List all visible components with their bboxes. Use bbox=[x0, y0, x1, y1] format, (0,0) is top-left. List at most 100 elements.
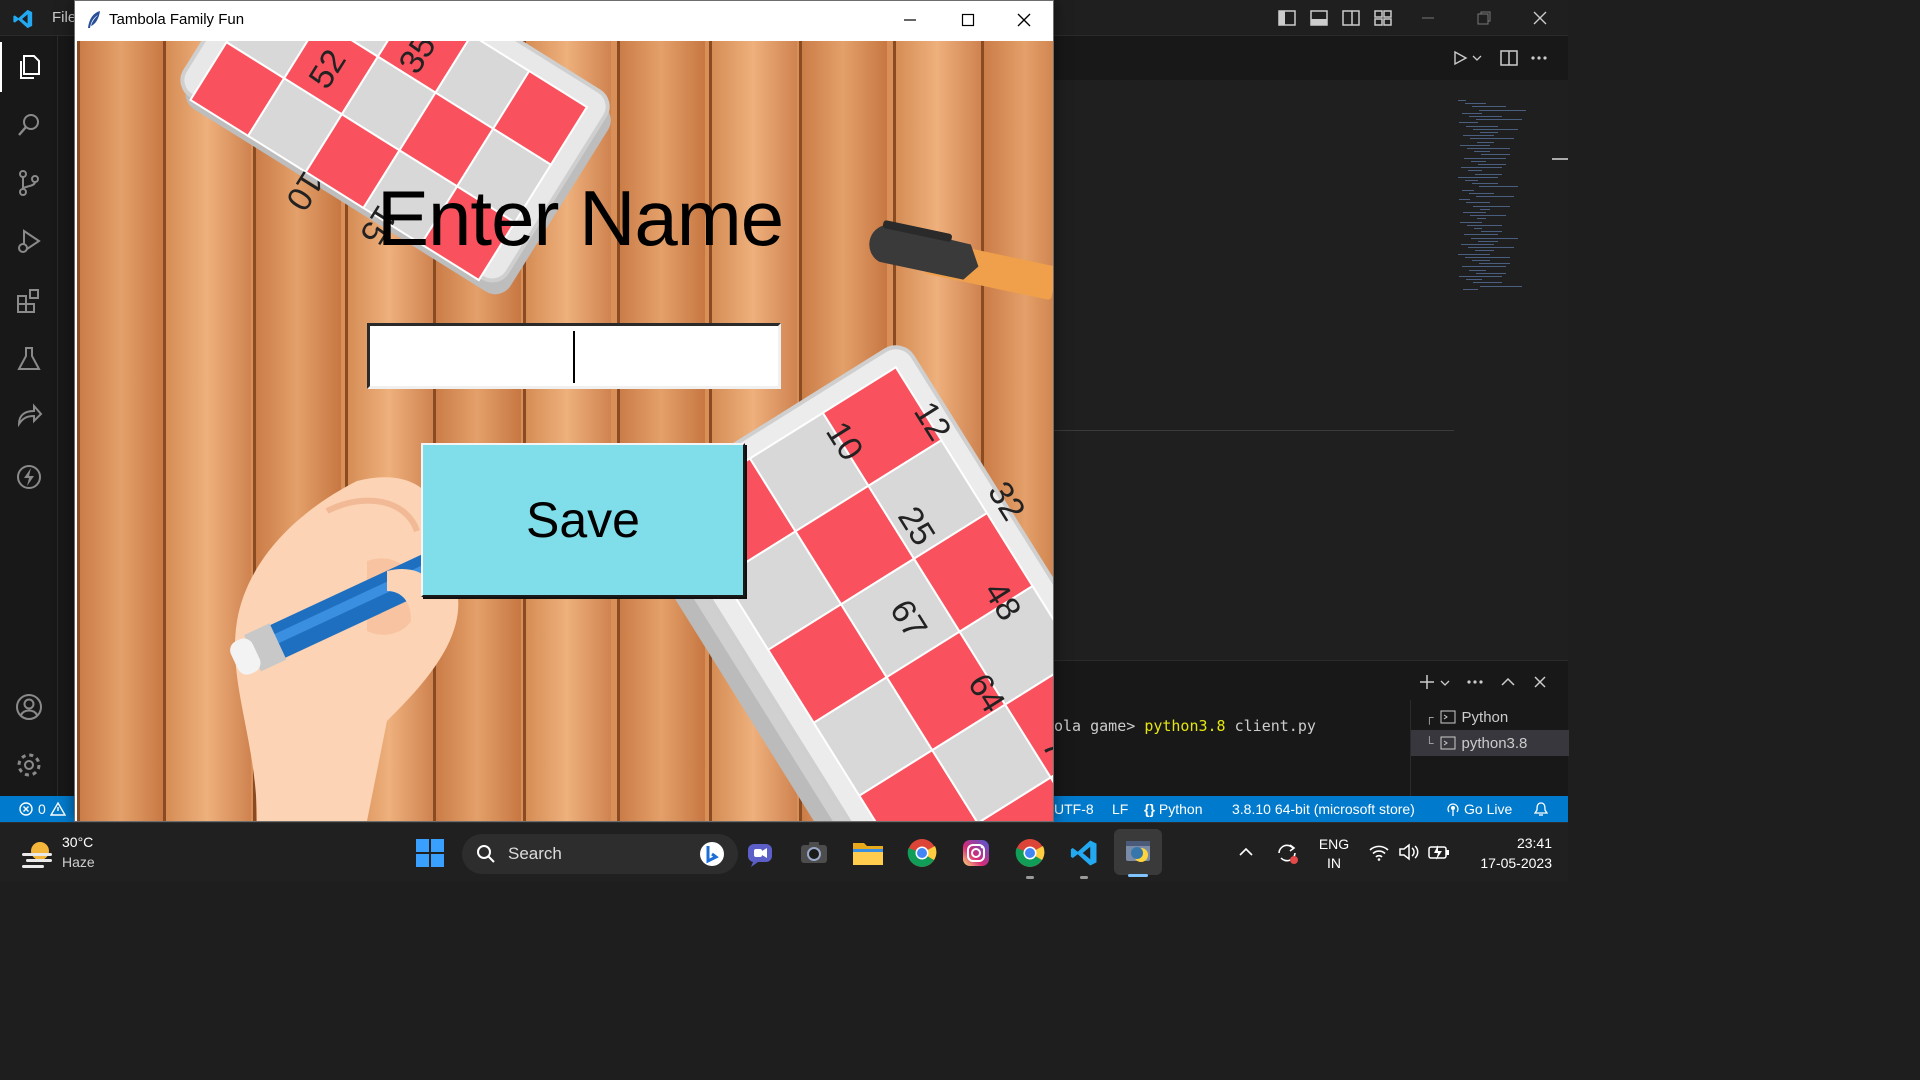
maximize-panel-chevron-icon[interactable] bbox=[1500, 674, 1516, 690]
terminal-list: ┌ Python └ python3.8 bbox=[1410, 700, 1569, 796]
thunder-client-icon[interactable] bbox=[0, 452, 58, 502]
start-button[interactable] bbox=[410, 833, 450, 873]
game-canvas: 52 35 10 15 12 10 32 25 48 67 64 Enter N… bbox=[77, 41, 1053, 821]
language-mode[interactable]: {} Python bbox=[1144, 796, 1203, 822]
window-title: Tambola Family Fun bbox=[109, 11, 245, 28]
terminal-profile-chevron-icon[interactable] bbox=[1440, 679, 1450, 687]
window-titlebar[interactable]: Tambola Family Fun bbox=[75, 1, 1053, 41]
warning-icon bbox=[49, 801, 66, 816]
minimap-line bbox=[1468, 247, 1514, 249]
minimap-line bbox=[1480, 132, 1498, 133]
minimap-line bbox=[1458, 100, 1466, 101]
extensions-icon[interactable] bbox=[0, 276, 58, 326]
chrome-profile-icon[interactable] bbox=[1010, 833, 1050, 879]
close-icon[interactable] bbox=[1532, 10, 1548, 26]
terminal-more-icon[interactable] bbox=[1466, 673, 1484, 691]
minimize-icon bbox=[904, 19, 916, 21]
weather-widget[interactable]: 30°C Haze bbox=[18, 833, 138, 875]
terminal-item-python[interactable]: ┌ Python bbox=[1411, 704, 1569, 730]
taskbar-search[interactable]: Search bbox=[462, 834, 738, 874]
minimap-line bbox=[1476, 272, 1506, 274]
running-indicator bbox=[1080, 876, 1088, 879]
camera-app-icon[interactable] bbox=[794, 833, 834, 873]
vscode-logo-icon bbox=[13, 9, 33, 29]
save-button[interactable]: Save bbox=[421, 443, 745, 597]
toggle-secondary-sidebar-icon[interactable] bbox=[1342, 9, 1360, 27]
split-editor-icon[interactable] bbox=[1500, 49, 1518, 67]
window-close-button[interactable] bbox=[995, 1, 1053, 39]
eol-indicator[interactable]: LF bbox=[1112, 796, 1128, 822]
minimap-line bbox=[1467, 224, 1502, 226]
minimap-line bbox=[1470, 215, 1506, 217]
minimap-line bbox=[1472, 183, 1498, 185]
explorer-icon[interactable] bbox=[0, 42, 58, 92]
teams-chat-icon[interactable] bbox=[740, 833, 780, 873]
problems-indicator[interactable]: 0 bbox=[18, 796, 66, 822]
active-indicator bbox=[1128, 874, 1148, 877]
weather-condition: Haze bbox=[62, 854, 95, 870]
chevron-down-icon[interactable] bbox=[1472, 54, 1482, 62]
minimap-line bbox=[1474, 151, 1490, 153]
volume-icon[interactable] bbox=[1398, 843, 1420, 861]
interpreter-indicator[interactable]: 3.8.10 64-bit (microsoft store) bbox=[1232, 796, 1415, 822]
minimize-icon[interactable] bbox=[1420, 10, 1436, 26]
toggle-panel-icon[interactable] bbox=[1310, 9, 1328, 27]
minimap-line bbox=[1465, 256, 1510, 258]
sync-icon[interactable] bbox=[1274, 841, 1300, 865]
testing-icon[interactable] bbox=[0, 334, 58, 384]
minimap-line bbox=[1481, 154, 1510, 156]
minimap-line bbox=[1467, 148, 1510, 149]
encoding-indicator[interactable]: UTF-8 bbox=[1054, 796, 1094, 822]
restore-icon[interactable] bbox=[1476, 10, 1492, 26]
run-python-file-icon[interactable] bbox=[1452, 50, 1468, 66]
clock[interactable]: 23:41 17-05-2023 bbox=[1460, 833, 1552, 873]
file-explorer-icon[interactable] bbox=[848, 833, 888, 873]
weather-temperature: 30°C bbox=[62, 834, 94, 850]
clock-date: 17-05-2023 bbox=[1480, 855, 1552, 871]
vscode-taskbar-icon[interactable] bbox=[1064, 833, 1104, 879]
minimap-line bbox=[1465, 103, 1486, 105]
go-live-button[interactable]: Go Live bbox=[1446, 796, 1512, 822]
error-count: 0 bbox=[38, 801, 46, 817]
run-debug-icon[interactable] bbox=[0, 216, 58, 266]
terminal-item-python38[interactable]: └ python3.8 bbox=[1411, 730, 1569, 756]
window-maximize-button[interactable] bbox=[939, 1, 997, 39]
close-panel-icon[interactable] bbox=[1532, 674, 1548, 690]
live-share-icon[interactable] bbox=[0, 392, 58, 442]
bing-icon[interactable] bbox=[698, 840, 726, 868]
show-hidden-icons-chevron[interactable] bbox=[1238, 845, 1254, 859]
running-indicator bbox=[1026, 876, 1034, 879]
minimap-line bbox=[1459, 199, 1470, 201]
minimap-line bbox=[1462, 112, 1482, 114]
menu-file[interactable]: File bbox=[52, 9, 76, 26]
minimap bbox=[1456, 100, 1536, 300]
chrome-icon[interactable] bbox=[902, 833, 942, 873]
window-minimize-button[interactable] bbox=[881, 1, 939, 39]
settings-gear-icon[interactable] bbox=[0, 740, 58, 790]
go-live-label: Go Live bbox=[1464, 801, 1513, 817]
minimap-line bbox=[1473, 205, 1510, 207]
battery-charging-icon[interactable] bbox=[1428, 842, 1450, 862]
wifi-icon[interactable] bbox=[1368, 843, 1390, 861]
customize-layout-icon[interactable] bbox=[1374, 9, 1392, 27]
new-terminal-plus-icon[interactable] bbox=[1418, 673, 1436, 691]
minimap-line bbox=[1460, 144, 1490, 146]
minimap-line bbox=[1477, 218, 1486, 220]
toggle-primary-sidebar-icon[interactable] bbox=[1278, 9, 1296, 27]
broadcast-icon bbox=[1447, 803, 1459, 816]
source-control-icon[interactable] bbox=[0, 158, 58, 208]
notifications-bell-icon[interactable] bbox=[1534, 796, 1548, 822]
language-indicator[interactable]: ENG IN bbox=[1314, 835, 1354, 873]
search-icon[interactable] bbox=[0, 100, 58, 150]
minimap-line bbox=[1459, 122, 1478, 124]
accounts-icon[interactable] bbox=[0, 682, 58, 732]
minimap-line bbox=[1466, 279, 1482, 281]
more-actions-icon[interactable] bbox=[1530, 49, 1548, 67]
windows-logo-icon bbox=[416, 839, 444, 867]
python-tk-taskbar-icon[interactable] bbox=[1114, 829, 1162, 877]
terminal-command: python3.8 bbox=[1144, 717, 1226, 735]
minimap-line bbox=[1474, 228, 1482, 229]
minimap-line bbox=[1470, 138, 1514, 140]
close-icon bbox=[1017, 13, 1031, 27]
instagram-icon[interactable] bbox=[956, 833, 996, 873]
